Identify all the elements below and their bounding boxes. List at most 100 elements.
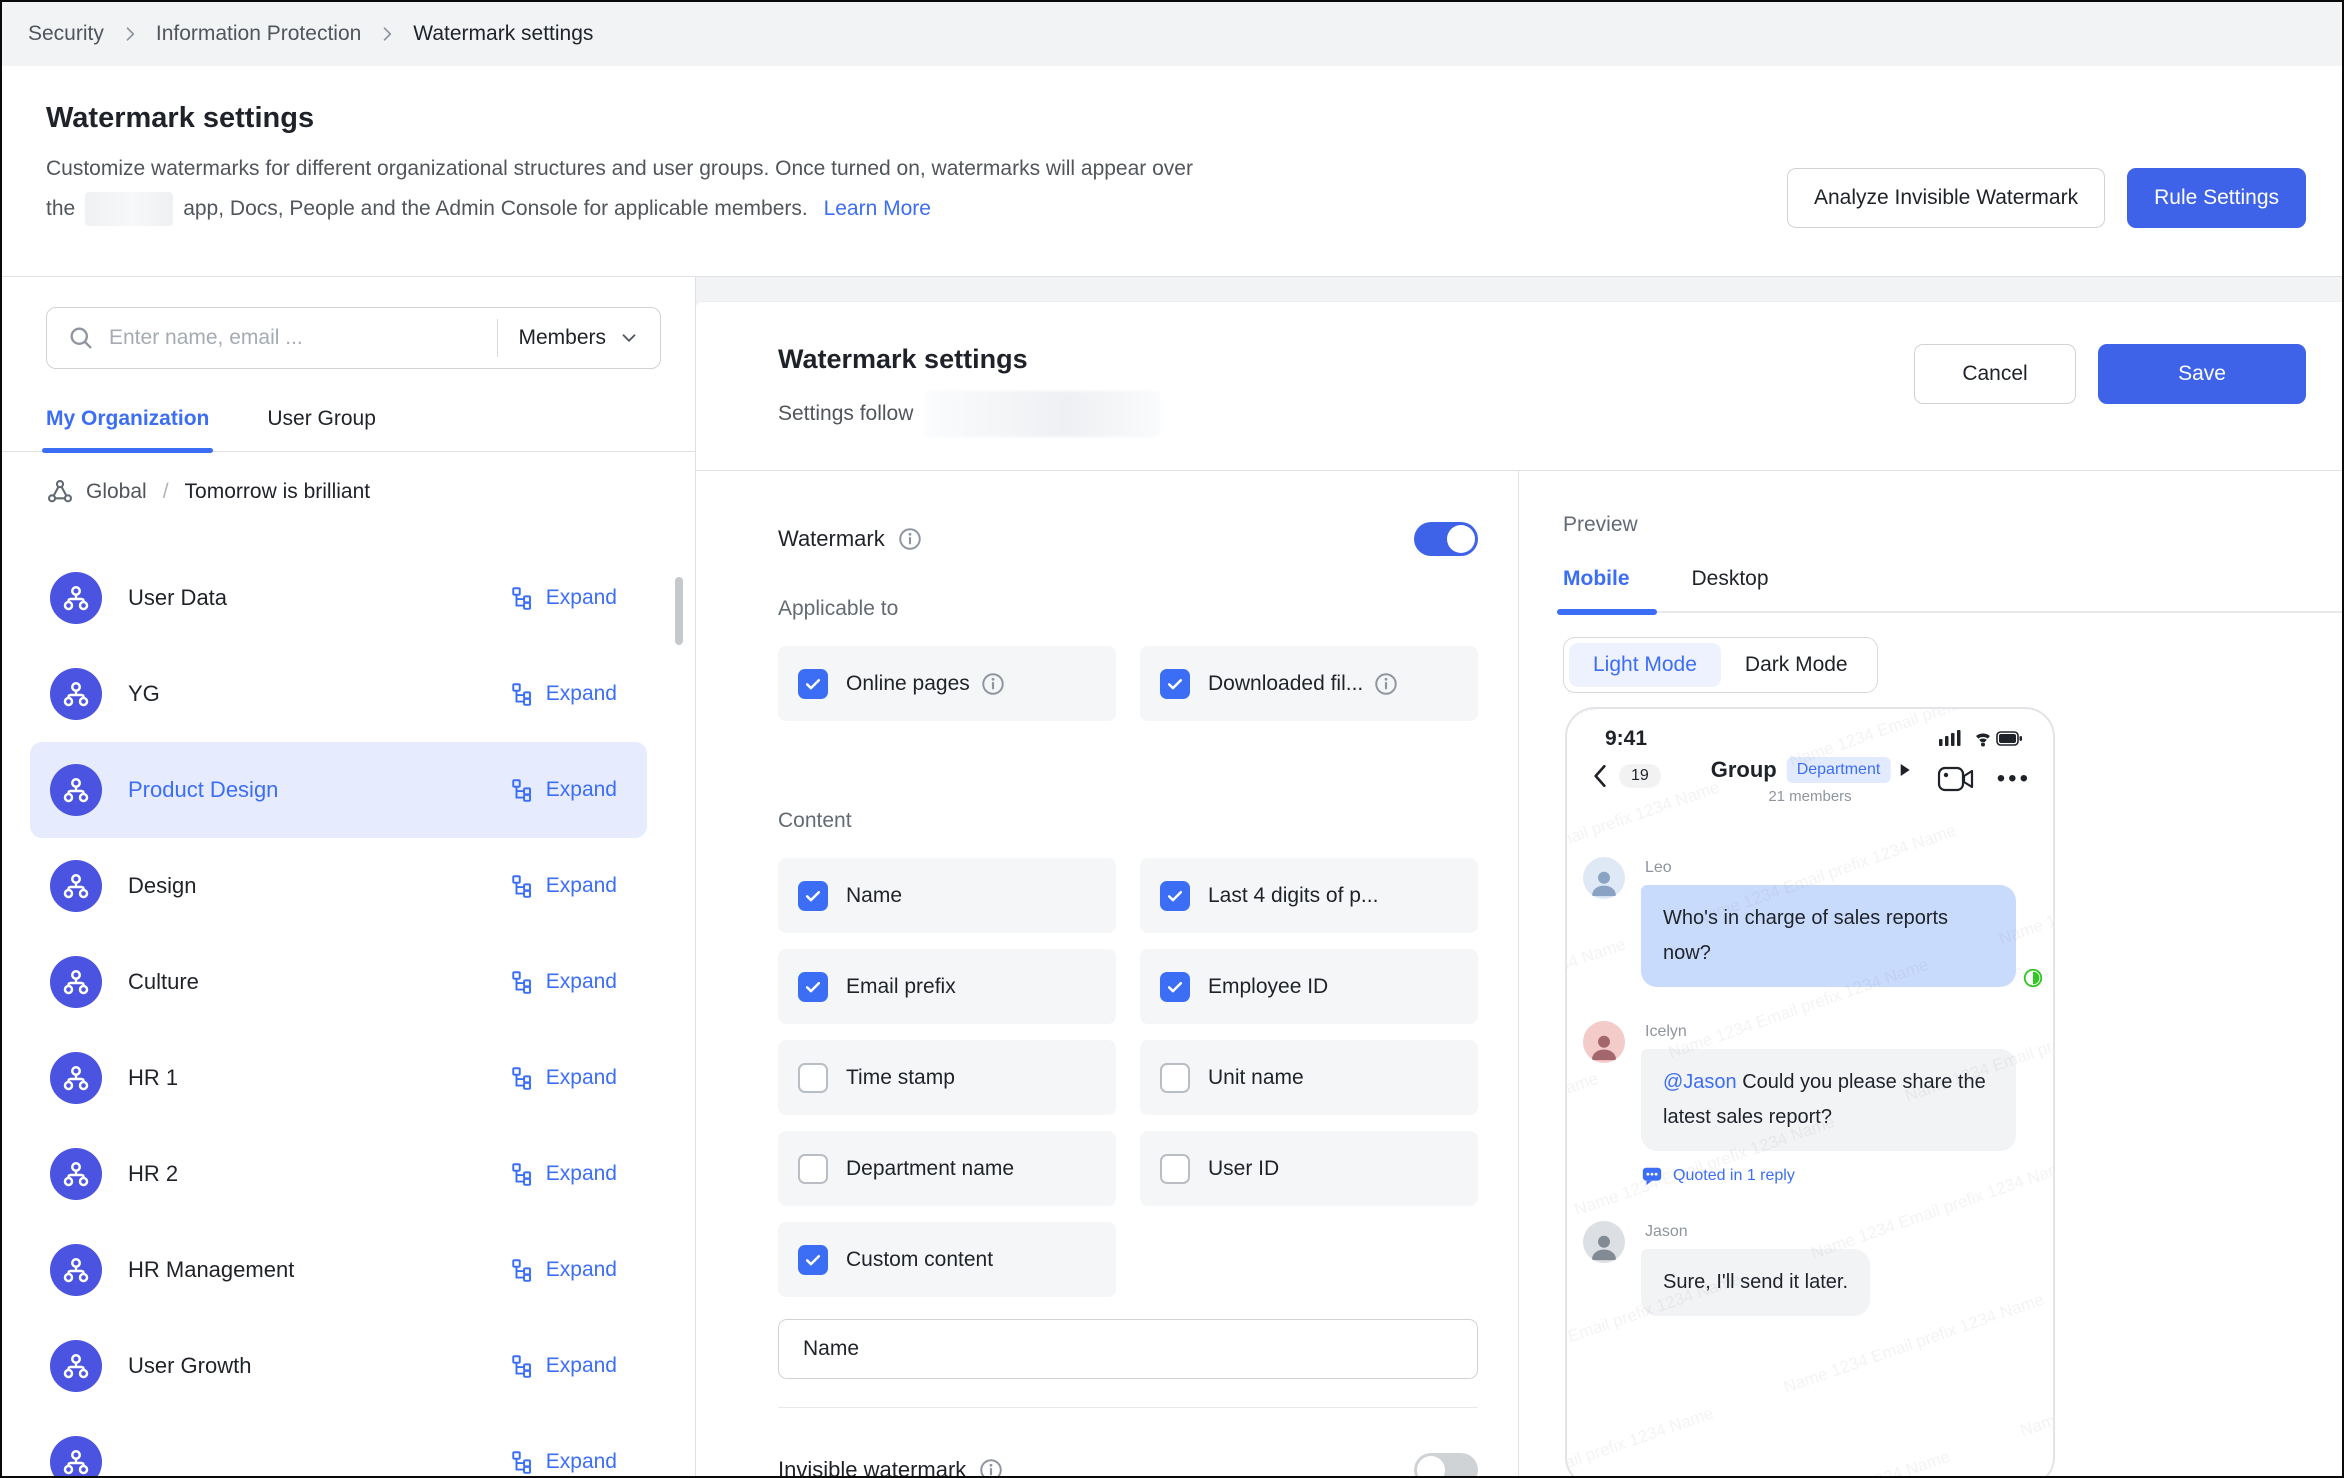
- avatar: [1583, 857, 1625, 899]
- chat-message: Icelyn @Jason Could you please share the…: [1583, 1021, 2033, 1187]
- status-time: 9:41: [1605, 727, 1647, 751]
- content-label: Content: [778, 809, 1478, 833]
- org-item-name: User Data: [128, 585, 227, 611]
- content-option[interactable]: Email prefix: [778, 949, 1116, 1024]
- org-list-item[interactable]: YG Expand: [30, 646, 647, 742]
- preview-title: Preview: [1563, 513, 2342, 537]
- preview-tabs: Mobile Desktop: [1563, 567, 2342, 613]
- org-list-item[interactable]: HR 1 Expand: [30, 1030, 647, 1126]
- expand-link[interactable]: Expand: [510, 1161, 617, 1187]
- expand-link[interactable]: Expand: [510, 777, 617, 803]
- watermark-toggle[interactable]: [1414, 522, 1478, 556]
- org-tree-icon: [510, 1449, 536, 1475]
- expand-link[interactable]: Expand: [510, 585, 617, 611]
- department-badge: Department: [1787, 757, 1891, 783]
- rule-settings-button[interactable]: Rule Settings: [2127, 168, 2306, 228]
- department-avatar-icon: [50, 860, 102, 912]
- org-breadcrumb: Global / Tomorrow is brilliant: [46, 478, 695, 506]
- checkbox-icon: [798, 972, 828, 1002]
- org-list-item[interactable]: User Growth Expand: [30, 1318, 647, 1414]
- tab-desktop[interactable]: Desktop: [1692, 567, 1769, 613]
- org-list-item[interactable]: HR Management Expand: [30, 1222, 647, 1318]
- org-list-item[interactable]: Culture Expand: [30, 934, 647, 1030]
- checkbox-icon: [798, 1245, 828, 1275]
- org-sidebar: Members My Organization User Group Globa…: [2, 277, 696, 1476]
- expand-link[interactable]: Expand: [510, 873, 617, 899]
- org-list-item[interactable]: HR 2 Expand: [30, 1126, 647, 1222]
- sidebar-tabs: My Organization User Group: [2, 407, 695, 452]
- applicable-option[interactable]: Online pages: [778, 646, 1116, 721]
- chevron-right-icon: [377, 24, 397, 44]
- content-options: Name Last 4 digits of p... Email prefix …: [778, 858, 1478, 1297]
- chevron-down-icon: [618, 327, 640, 349]
- info-icon[interactable]: [978, 1457, 1004, 1476]
- invisible-watermark-row: Invisible watermark: [778, 1452, 1478, 1476]
- department-avatar-icon: [50, 572, 102, 624]
- org-list-item[interactable]: Expand: [30, 1414, 647, 1476]
- applicable-option[interactable]: Downloaded fil...: [1140, 646, 1478, 721]
- checkbox-icon: [1160, 1063, 1190, 1093]
- breadcrumb-item[interactable]: Security: [28, 22, 104, 46]
- learn-more-link[interactable]: Learn More: [824, 197, 931, 220]
- content-option[interactable]: Department name: [778, 1131, 1116, 1206]
- custom-content-input[interactable]: [778, 1319, 1478, 1379]
- org-tree-icon: [510, 777, 536, 803]
- department-avatar-icon: [50, 1148, 102, 1200]
- cancel-button[interactable]: Cancel: [1914, 344, 2076, 404]
- department-avatar-icon: [50, 668, 102, 720]
- search-scope-dropdown[interactable]: Members: [498, 326, 660, 350]
- checkbox-icon: [798, 1154, 828, 1184]
- tab-mobile[interactable]: Mobile: [1563, 567, 1630, 613]
- content-option[interactable]: Last 4 digits of p...: [1140, 858, 1478, 933]
- org-list-item[interactable]: User Data Expand: [30, 550, 647, 646]
- expand-link[interactable]: Expand: [510, 969, 617, 995]
- group-members-count: 21 members: [1711, 788, 1910, 805]
- watermark-settings-page: Security Information Protection Watermark …: [0, 0, 2344, 1478]
- member-search: Members: [46, 307, 661, 369]
- expand-link[interactable]: Expand: [510, 1449, 617, 1475]
- content-option[interactable]: Time stamp: [778, 1040, 1116, 1115]
- content-option[interactable]: Custom content: [778, 1222, 1116, 1297]
- org-breadcrumb-root[interactable]: Global: [86, 480, 147, 504]
- org-list-item[interactable]: Design Expand: [30, 838, 647, 934]
- content-option[interactable]: Employee ID: [1140, 949, 1478, 1024]
- message-bubble: Sure, I'll send it later.: [1641, 1249, 1870, 1316]
- analyze-invisible-watermark-button[interactable]: Analyze Invisible Watermark: [1787, 168, 2105, 228]
- sidebar-scrollbar[interactable]: [675, 577, 683, 645]
- expand-link[interactable]: Expand: [510, 1353, 617, 1379]
- page-title: Watermark settings: [46, 102, 2306, 135]
- content-option[interactable]: Name: [778, 858, 1116, 933]
- department-avatar-icon: [50, 1052, 102, 1104]
- read-receipt-icon: [2022, 967, 2044, 989]
- info-icon[interactable]: [1373, 671, 1399, 697]
- redacted-app-name: [85, 192, 173, 226]
- dark-mode-button[interactable]: Dark Mode: [1721, 643, 1872, 687]
- phone-chat-header: 19 Group Department 21 members: [1567, 757, 2053, 829]
- org-tree-icon: [510, 1353, 536, 1379]
- save-button[interactable]: Save: [2098, 344, 2306, 404]
- more-icon: •••: [1997, 769, 2031, 789]
- mention[interactable]: @Jason: [1663, 1071, 1737, 1093]
- content-option[interactable]: Unit name: [1140, 1040, 1478, 1115]
- expand-link[interactable]: Expand: [510, 1257, 617, 1283]
- info-icon[interactable]: [897, 526, 923, 552]
- applicable-to-label: Applicable to: [778, 597, 1478, 621]
- expand-link[interactable]: Expand: [510, 1065, 617, 1091]
- chat-message: Jason Sure, I'll send it later.: [1583, 1221, 2033, 1316]
- avatar: [1583, 1021, 1625, 1063]
- page-header: Watermark settings Customize watermarks …: [2, 66, 2342, 277]
- settings-pane: Watermark Applicable to Online pages: [696, 471, 1518, 1476]
- tab-my-organization[interactable]: My Organization: [46, 407, 209, 451]
- org-list-item[interactable]: Product Design Expand: [30, 742, 647, 838]
- info-icon[interactable]: [980, 671, 1006, 697]
- video-call-icon: [1937, 765, 1975, 793]
- search-input[interactable]: [109, 326, 497, 350]
- breadcrumb-item[interactable]: Information Protection: [156, 22, 361, 46]
- light-mode-button[interactable]: Light Mode: [1569, 643, 1721, 687]
- tab-user-group[interactable]: User Group: [267, 407, 376, 451]
- content-option[interactable]: User ID: [1140, 1131, 1478, 1206]
- quote-bubble-icon: [1641, 1165, 1663, 1187]
- quoted-replies-link[interactable]: Quoted in 1 reply: [1641, 1165, 2016, 1187]
- expand-link[interactable]: Expand: [510, 681, 617, 707]
- invisible-watermark-toggle[interactable]: [1414, 1453, 1478, 1476]
